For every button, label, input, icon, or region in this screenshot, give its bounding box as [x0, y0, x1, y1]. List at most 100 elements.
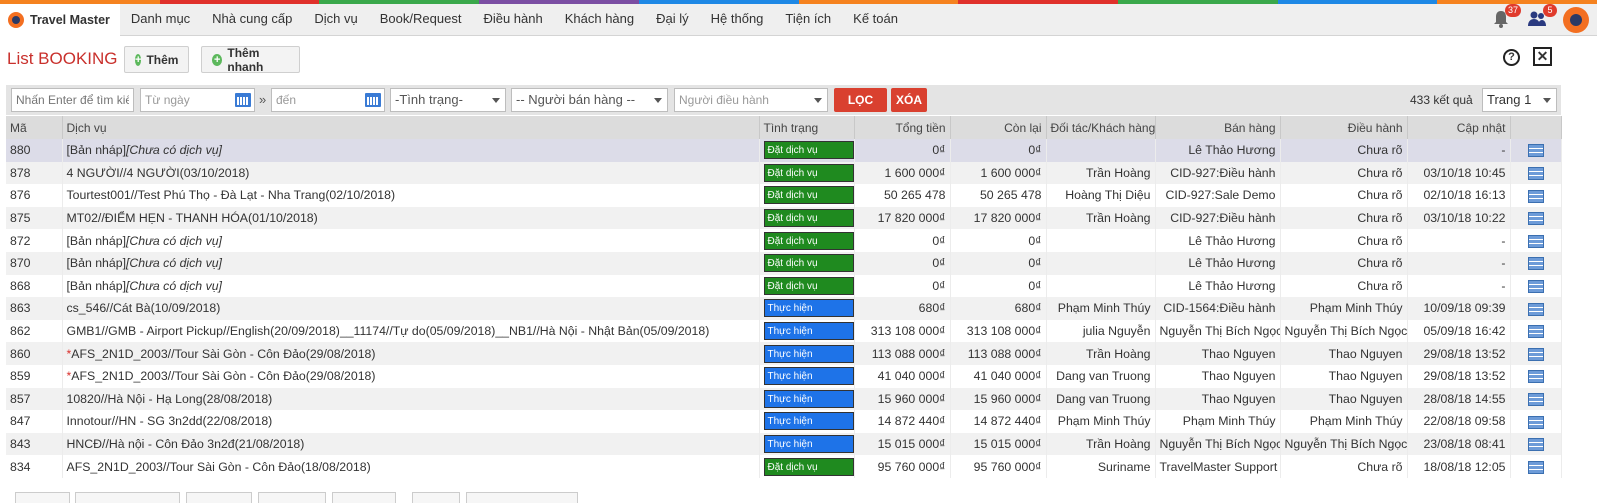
nav-item[interactable]: Kế toán — [842, 4, 909, 36]
pagination-tab[interactable] — [186, 492, 252, 503]
table-row[interactable]: 863 cs_546//Cát Bà(10/09/2018) Thực hiện 68… — [6, 297, 1562, 320]
filter-button[interactable]: LỌC — [834, 88, 887, 112]
status-badge: Đặt dịch vụ — [763, 231, 853, 250]
add-button[interactable]: + Thêm — [124, 46, 189, 73]
search-input[interactable] — [11, 88, 134, 112]
from-date-field[interactable]: Từ ngày — [140, 88, 255, 112]
operator-name: Phạm Minh Thúy — [1280, 410, 1408, 433]
table-view-icon[interactable] — [1527, 392, 1544, 406]
table-view-icon[interactable] — [1527, 144, 1544, 158]
pagination-tab[interactable] — [412, 492, 460, 503]
service-name[interactable]: HNCĐ//Hà nội - Côn Đảo 3n2đ(21/08/2018) — [67, 437, 305, 451]
pagination-tab[interactable] — [332, 492, 396, 503]
help-icon[interactable]: ? — [1503, 49, 1520, 66]
service-name[interactable]: 4 NGƯỜI//4 NGƯỜI(03/10/2018) — [67, 166, 250, 180]
service-name[interactable]: GMB1//GMB - Airport Pickup//English(20/0… — [67, 324, 710, 338]
page-select[interactable]: Trang 1 — [1482, 88, 1557, 112]
nav-item[interactable]: Danh mục — [120, 4, 201, 36]
table-row[interactable]: 847 Innotour//HN - SG 3n2dd(22/08/2018) Th… — [6, 410, 1562, 433]
close-icon[interactable]: ✕ — [1533, 47, 1552, 66]
nav-item[interactable]: Book/Request — [369, 4, 473, 36]
service-name[interactable]: [Bản nháp] — [67, 256, 127, 270]
table-view-icon[interactable] — [1527, 279, 1544, 293]
status-badge: Thực hiện — [763, 435, 853, 454]
table-view-icon[interactable] — [1527, 415, 1544, 429]
table-view-icon[interactable] — [1527, 189, 1544, 203]
service-name[interactable]: 10820//Hà Nội - Hạ Long(28/08/2018) — [67, 392, 273, 406]
service-name[interactable]: cs_546//Cát Bà(10/09/2018) — [67, 301, 221, 315]
pagination-tab[interactable] — [75, 492, 180, 503]
nav-item[interactable]: Đại lý — [645, 4, 700, 36]
table-view-icon[interactable] — [1527, 302, 1544, 316]
operator-select[interactable]: Người điều hành — [674, 88, 828, 112]
notification-bell[interactable]: 37 — [1491, 4, 1521, 31]
table-row[interactable]: 843 HNCĐ//Hà nội - Côn Đảo 3n2đ(21/08/201… — [6, 432, 1562, 456]
col-header-partner[interactable]: Đối tác/Khách hàng — [1046, 116, 1156, 139]
nav-item[interactable]: Dịch vụ — [303, 4, 368, 36]
booking-id: 847 — [6, 410, 63, 433]
nav-item[interactable]: Nhà cung cấp — [201, 4, 303, 36]
col-header-total[interactable]: Tổng tiền — [854, 116, 951, 139]
table-row[interactable]: 876 Tourtest001//Test Phú Thọ - Đà Lạt - … — [6, 184, 1562, 207]
table-row[interactable]: 872 [Bản nháp][Chưa có dịch vụ] Đặt dịch v… — [6, 229, 1562, 252]
pagination-tab[interactable] — [258, 492, 326, 503]
table-view-icon[interactable] — [1527, 370, 1544, 384]
table-row[interactable]: 878 4 NGƯỜI//4 NGƯỜI(03/10/2018) Đặt dịch … — [6, 161, 1562, 185]
user-avatar[interactable] — [1563, 7, 1589, 33]
status-select[interactable]: -Tình trạng- — [390, 88, 506, 112]
table-view-icon[interactable] — [1527, 167, 1544, 181]
table-row[interactable]: 875 MT02//ĐIỂM HẸN - THANH HÓA(01/10/2018… — [6, 206, 1562, 230]
col-header-seller[interactable]: Bán hàng — [1155, 116, 1281, 139]
calendar-icon[interactable] — [235, 93, 251, 107]
nav-item[interactable]: Hệ thống — [700, 4, 775, 36]
nav-item[interactable]: Khách hàng — [554, 4, 645, 36]
table-view-icon[interactable] — [1527, 347, 1544, 361]
page-title: List BOOKING — [7, 49, 118, 68]
service-name[interactable]: Innotour//HN - SG 3n2dd(22/08/2018) — [67, 414, 273, 428]
booking-id: 857 — [6, 387, 63, 411]
service-name[interactable]: [Bản nháp] — [67, 234, 127, 248]
seller-name: Thao Nguyen — [1155, 342, 1281, 365]
to-date-field[interactable]: đến — [271, 88, 385, 112]
col-header-operator[interactable]: Điều hành — [1280, 116, 1408, 139]
table-view-icon[interactable] — [1527, 460, 1544, 474]
pagination-tab[interactable] — [15, 492, 70, 503]
table-row[interactable]: 870 [Bản nháp][Chưa có dịch vụ] Đặt dịch v… — [6, 251, 1562, 275]
clear-button[interactable]: XÓA — [891, 88, 927, 112]
seller-select[interactable]: -- Người bán hàng -- — [511, 88, 668, 112]
service-name[interactable]: AFS_2N1D_2003//Tour Sài Gòn - Côn Đảo(29… — [71, 369, 375, 383]
remaining-amount: 41 040 000₫ — [950, 364, 1047, 388]
users-notification[interactable]: 5 — [1527, 4, 1557, 31]
service-name[interactable]: AFS_2N1D_2003//Tour Sài Gòn - Côn Đảo(18… — [67, 460, 371, 474]
table-row[interactable]: 880 [Bản nháp][Chưa có dịch vụ] Đặt dịch v… — [6, 139, 1562, 162]
table-view-icon[interactable] — [1527, 212, 1544, 226]
table-row[interactable]: 860 *AFS_2N1D_2003//Tour Sài Gòn - Côn Đả… — [6, 342, 1562, 365]
table-view-icon[interactable] — [1527, 234, 1544, 248]
table-row[interactable]: 834 AFS_2N1D_2003//Tour Sài Gòn - Côn Đảo… — [6, 455, 1562, 478]
calendar-icon[interactable] — [365, 93, 381, 107]
col-header-updated[interactable]: Cập nhật — [1407, 116, 1511, 139]
col-header-id[interactable]: Mã — [6, 116, 63, 139]
table-row[interactable]: 862 GMB1//GMB - Airport Pickup//English(2… — [6, 319, 1562, 343]
col-header-status[interactable]: Tình trạng — [759, 116, 855, 139]
service-cell: *AFS_2N1D_2003//Tour Sài Gòn - Côn Đảo(2… — [62, 342, 760, 365]
table-row[interactable]: 857 10820//Hà Nội - Hạ Long(28/08/2018) Th… — [6, 387, 1562, 411]
table-view-icon[interactable] — [1527, 325, 1544, 339]
nav-item[interactable]: Tiện ích — [774, 4, 842, 36]
nav-item[interactable]: Điều hành — [472, 4, 553, 36]
table-row[interactable]: 859 *AFS_2N1D_2003//Tour Sài Gòn - Côn Đả… — [6, 364, 1562, 388]
service-cell: 10820//Hà Nội - Hạ Long(28/08/2018) — [62, 387, 760, 411]
service-name[interactable]: MT02//ĐIỂM HẸN - THANH HÓA(01/10/2018) — [67, 211, 318, 225]
col-header-service[interactable]: Dịch vụ — [62, 116, 760, 139]
pagination-tab[interactable] — [466, 492, 578, 503]
service-name[interactable]: Tourtest001//Test Phú Thọ - Đà Lạt - Nha… — [67, 188, 396, 202]
col-header-remaining[interactable]: Còn lại — [950, 116, 1047, 139]
table-view-icon[interactable] — [1527, 438, 1544, 452]
service-name[interactable]: [Bản nháp] — [67, 279, 127, 293]
table-view-icon[interactable] — [1527, 257, 1544, 271]
brand[interactable]: Travel Master — [0, 3, 120, 36]
service-name[interactable]: AFS_2N1D_2003//Tour Sài Gòn - Côn Đảo(29… — [71, 347, 375, 361]
table-row[interactable]: 868 [Bản nháp][Chưa có dịch vụ] Đặt dịch v… — [6, 274, 1562, 298]
service-name[interactable]: [Bản nháp] — [67, 143, 127, 157]
quick-add-button[interactable]: + Thêm nhanh — [201, 46, 300, 74]
